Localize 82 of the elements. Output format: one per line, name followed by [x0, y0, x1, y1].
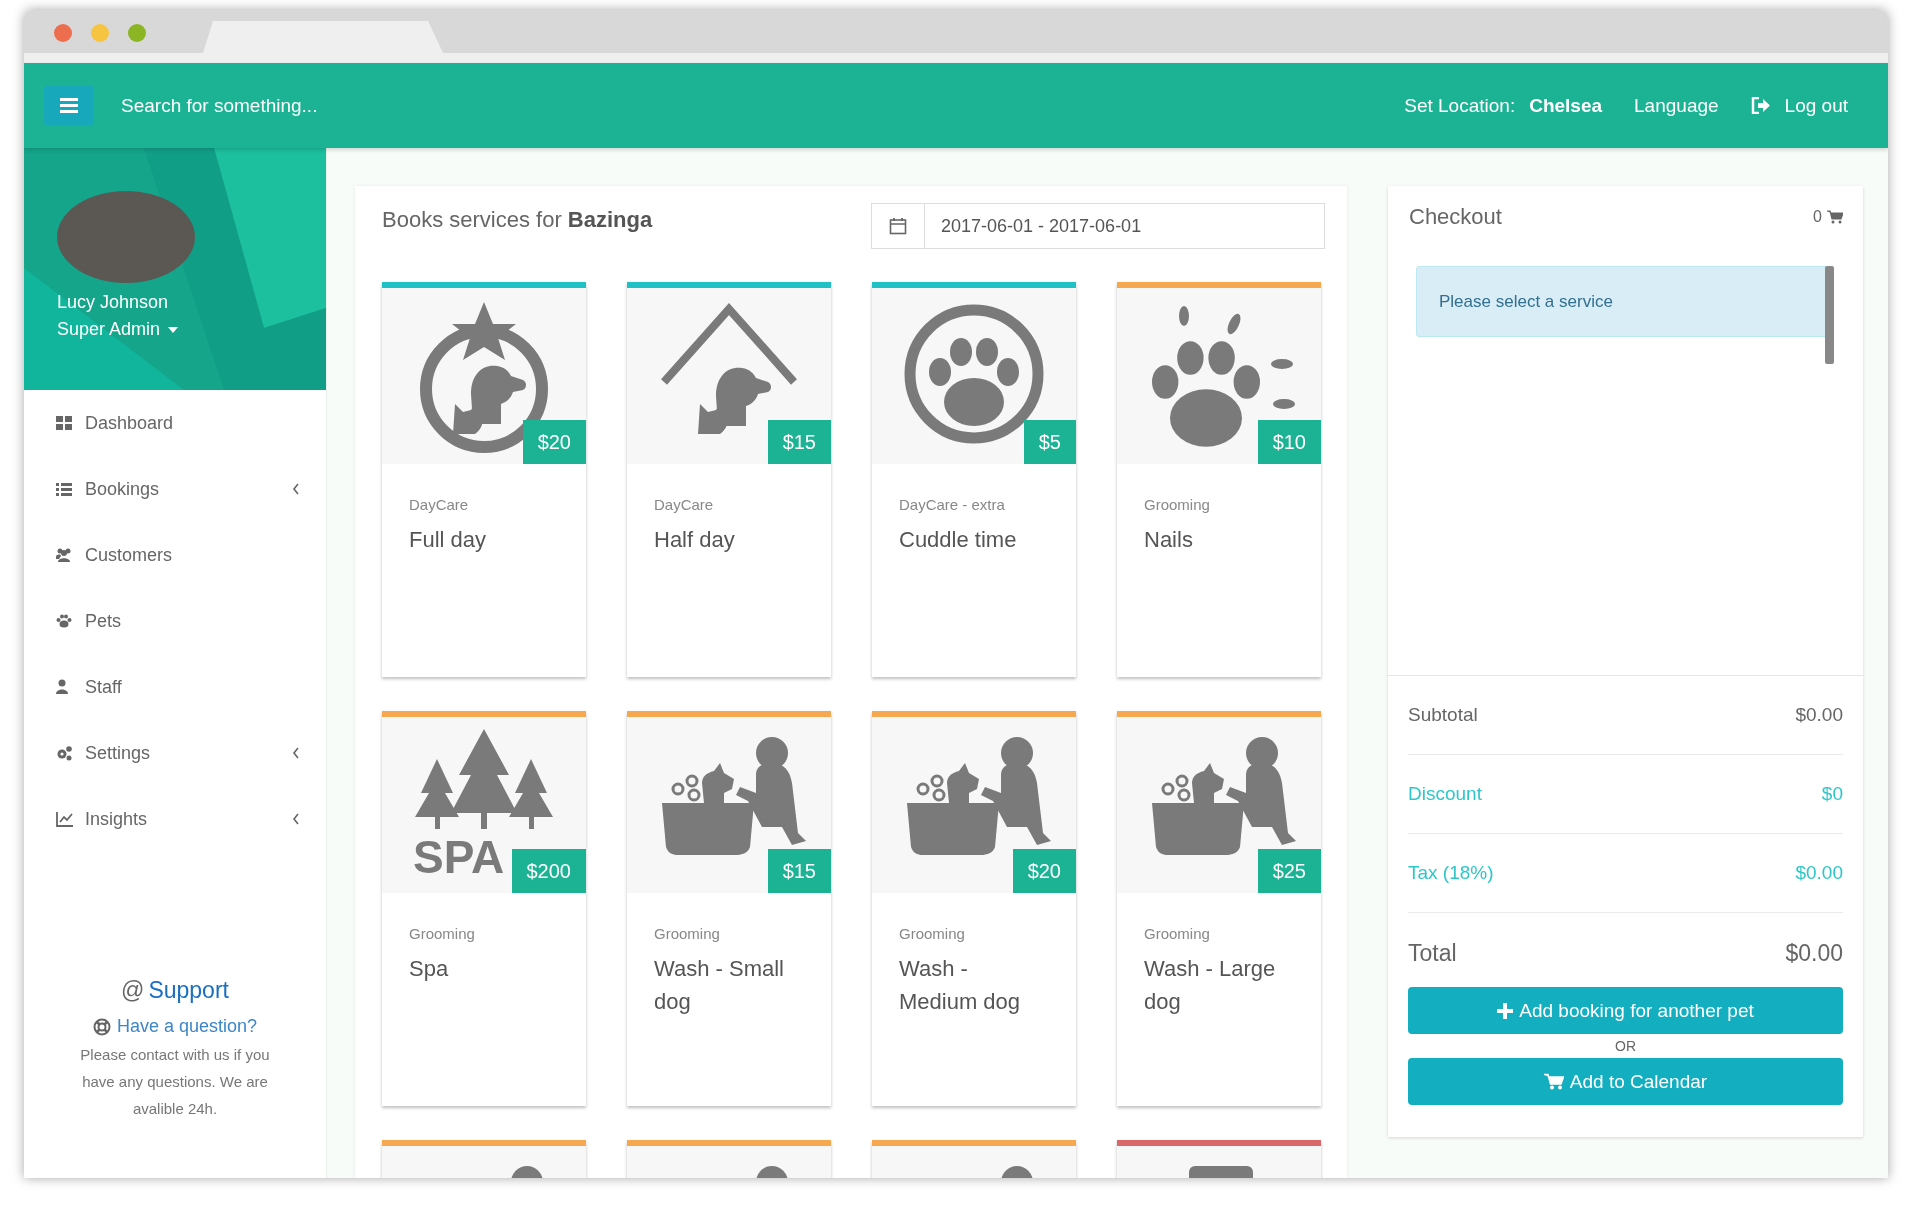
service-card[interactable]: $15 Grooming Wash - Small dog — [627, 711, 831, 1106]
sidebar-item[interactable]: Insights — [24, 786, 326, 852]
list-icon — [56, 483, 72, 496]
price-tag: $20 — [522, 420, 586, 464]
caret-icon — [168, 326, 179, 333]
question-link[interactable]: Have a question? — [116, 1016, 258, 1037]
summary-value: $0.00 — [1795, 862, 1843, 884]
summary-label: Total — [1408, 939, 1457, 967]
sidebar-item[interactable]: Pets — [24, 588, 326, 654]
price-tag: $15 — [767, 420, 831, 464]
summary-value: $0.00 — [1795, 704, 1843, 726]
service-category: Grooming — [1144, 496, 1211, 513]
date-range-field[interactable]: 2017-06-01 - 2017-06-01 — [925, 203, 1325, 249]
lifebuoy-icon — [92, 1017, 111, 1036]
service-card[interactable]: $20 Grooming Wash - Medium dog — [872, 711, 1076, 1106]
at-sign: @ — [121, 977, 145, 1004]
trees-icon — [415, 729, 553, 829]
summary-value: $0 — [1821, 783, 1843, 805]
service-category: Grooming — [409, 925, 476, 942]
service-title: Cuddle time — [899, 526, 1018, 554]
plus-icon — [1497, 1002, 1514, 1019]
checkout-title: Checkout — [1409, 204, 1502, 230]
pet-house-icon — [661, 303, 797, 434]
paw-icon — [56, 614, 72, 628]
summary-label: Tax (18%) — [1408, 862, 1494, 884]
sidebar-item[interactable]: Settings — [24, 720, 326, 786]
user-name: Lucy Johnson — [57, 292, 169, 313]
service-title: Wash - Small dog — [654, 955, 785, 1016]
service-card[interactable]: SPA $200 Grooming Spa — [382, 711, 586, 1106]
price-tag: $200 — [511, 849, 586, 893]
service-category: Grooming — [654, 925, 721, 942]
service-card[interactable]: $25 Grooming Wash - Large dog — [1117, 711, 1321, 1106]
price-tag: $5 — [1023, 420, 1076, 464]
service-title: Wash - Medium dog — [899, 955, 1022, 1016]
service-category: Grooming — [1144, 925, 1211, 942]
dashboard-icon — [56, 416, 72, 430]
calendar-addon[interactable] — [871, 203, 925, 249]
support-link[interactable]: Support — [148, 977, 229, 1004]
service-title: Full day — [409, 526, 488, 554]
scrollbar[interactable] — [1825, 266, 1834, 364]
search-field[interactable]: Search for something... — [119, 93, 523, 118]
service-category: DayCare - extra — [899, 496, 1006, 513]
summary-value: $0.00 — [1785, 939, 1843, 967]
summary-label: Subtotal — [1408, 704, 1478, 726]
price-tag: $10 — [1257, 420, 1321, 464]
service-title: Half day — [654, 526, 736, 554]
spa-logo-text: SPA — [413, 831, 505, 883]
maximize-button[interactable] — [128, 24, 146, 42]
service-card[interactable]: $20 DayCare Full day — [382, 282, 586, 677]
service-title: Wash - Large dog — [1144, 955, 1277, 1016]
or-separator: OR — [1614, 1038, 1637, 1054]
cart-count: 0 — [1813, 208, 1822, 226]
line-chart-icon — [56, 811, 73, 827]
menu-button[interactable] — [44, 86, 94, 125]
logout-icon — [1750, 97, 1771, 114]
price-tag: $15 — [767, 849, 831, 893]
service-card[interactable]: $15 DayCare Half day — [627, 282, 831, 677]
support-text: Please contact with us if you have any questions. We are avalible 24h. — [79, 1045, 271, 1119]
price-tag: $25 — [1257, 849, 1321, 893]
menu-icon — [60, 98, 78, 113]
service-title: Spa — [409, 955, 450, 983]
gears-icon — [57, 746, 72, 761]
service-category: DayCare — [654, 496, 715, 513]
calendar-icon — [889, 217, 907, 235]
summary-label: Discount — [1408, 783, 1482, 805]
cart-icon — [1827, 210, 1843, 224]
service-category: DayCare — [409, 496, 470, 513]
users-icon — [56, 548, 71, 562]
sidebar-item[interactable]: Bookings — [24, 456, 326, 522]
role-dropdown[interactable]: Super Admin — [57, 319, 179, 340]
service-title: Nails — [1144, 526, 1194, 554]
user-icon — [56, 679, 68, 694]
service-card[interactable]: $10 Grooming Nails — [1117, 282, 1321, 677]
sidebar-item[interactable]: Staff — [24, 654, 326, 720]
service-category: Grooming — [899, 925, 966, 942]
panel-title: Books services for Bazinga — [382, 207, 653, 233]
sidebar-item[interactable]: Dashboard — [24, 390, 326, 456]
close-button[interactable] — [54, 24, 72, 42]
price-tag: $20 — [1012, 849, 1076, 893]
service-card[interactable]: $5 DayCare - extra Cuddle time — [872, 282, 1076, 677]
sidebar-item[interactable]: Customers — [24, 522, 326, 588]
cart-icon — [1543, 1073, 1564, 1090]
